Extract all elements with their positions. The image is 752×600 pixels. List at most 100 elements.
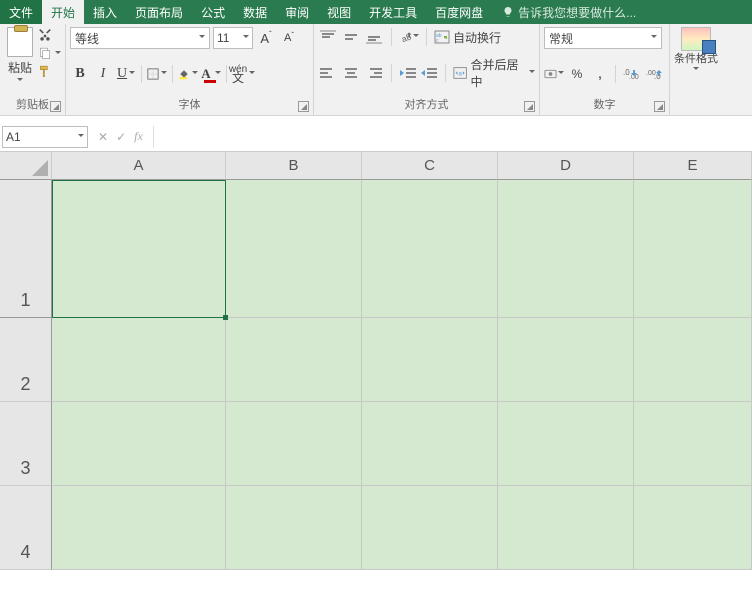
fill-color-button[interactable]	[178, 64, 198, 84]
menu-baidu-netdisk[interactable]: 百度网盘	[426, 0, 492, 24]
row-header-4[interactable]: 4	[0, 486, 52, 570]
menu-developer[interactable]: 开发工具	[360, 0, 426, 24]
column-header-B[interactable]: B	[226, 152, 362, 180]
cell-D2[interactable]	[498, 318, 634, 402]
conditional-format-icon	[681, 27, 711, 51]
decrease-indent-button[interactable]	[399, 63, 417, 83]
phonetic-button[interactable]: wén文	[232, 64, 252, 84]
borders-button[interactable]	[147, 64, 167, 84]
menu-view[interactable]: 视图	[318, 0, 360, 24]
align-right-button[interactable]	[364, 63, 384, 83]
number-dialog-launcher[interactable]	[654, 101, 665, 112]
cell-A2[interactable]	[52, 318, 226, 402]
align-bottom-button[interactable]	[364, 27, 384, 47]
cell-D4[interactable]	[498, 486, 634, 570]
underline-button[interactable]: U	[116, 64, 136, 84]
alignment-group-label: 对齐方式	[405, 99, 449, 111]
clipboard-dialog-launcher[interactable]	[50, 101, 61, 112]
select-all-corner[interactable]	[0, 152, 52, 180]
format-painter-icon[interactable]	[38, 65, 52, 79]
cell-C3[interactable]	[362, 402, 498, 486]
group-font: 等线 11 Aˆ Aˇ B I U A wén文 字体	[66, 24, 314, 115]
menu-file[interactable]: 文件	[0, 0, 42, 24]
tell-me-search[interactable]: 告诉我您想要做什么...	[496, 0, 642, 24]
paste-button[interactable]: 粘贴	[4, 27, 36, 84]
font-name-value: 等线	[75, 30, 99, 47]
percent-format-button[interactable]: %	[567, 64, 587, 84]
italic-button[interactable]: I	[93, 64, 113, 84]
align-center-button[interactable]	[341, 63, 361, 83]
menu-data[interactable]: 数据	[234, 0, 276, 24]
group-alignment: ab abc自动换行 a合并后居中 对齐方式	[314, 24, 540, 115]
number-format-combo[interactable]: 常规	[544, 27, 662, 49]
cell-E4[interactable]	[634, 486, 752, 570]
column-header-C[interactable]: C	[362, 152, 498, 180]
cell-D1[interactable]	[498, 180, 634, 318]
decrease-font-button[interactable]: Aˇ	[279, 28, 299, 48]
wrap-text-button[interactable]: abc自动换行	[434, 29, 501, 46]
cancel-formula-icon[interactable]: ✕	[98, 130, 108, 144]
ribbon: 粘贴 剪贴板 等线 11 Aˆ Aˇ B I U A	[0, 24, 752, 116]
column-header-A[interactable]: A	[52, 152, 226, 180]
accounting-format-button[interactable]	[544, 64, 564, 84]
orientation-button[interactable]: ab	[399, 27, 419, 47]
clipboard-icon	[7, 27, 33, 57]
column-header-D[interactable]: D	[498, 152, 634, 180]
cell-C2[interactable]	[362, 318, 498, 402]
svg-text:.0: .0	[654, 72, 661, 81]
cell-A4[interactable]	[52, 486, 226, 570]
insert-function-icon[interactable]: fx	[134, 129, 143, 144]
row-header-2[interactable]: 2	[0, 318, 52, 402]
cell-E3[interactable]	[634, 402, 752, 486]
clipboard-group-label: 剪贴板	[16, 99, 49, 111]
cell-C1[interactable]	[362, 180, 498, 318]
font-name-combo[interactable]: 等线	[70, 27, 210, 49]
cell-E2[interactable]	[634, 318, 752, 402]
spreadsheet-grid: ABCDE 1234	[0, 152, 752, 180]
currency-icon	[544, 67, 557, 81]
orientation-icon: ab	[399, 28, 413, 46]
alignment-dialog-launcher[interactable]	[524, 101, 535, 112]
formula-input[interactable]	[153, 126, 752, 148]
menu-insert[interactable]: 插入	[84, 0, 126, 24]
cell-B3[interactable]	[226, 402, 362, 486]
align-left-button[interactable]	[318, 63, 338, 83]
row-header-1[interactable]: 1	[0, 180, 52, 318]
cell-E1[interactable]	[634, 180, 752, 318]
menu-home[interactable]: 开始	[42, 0, 84, 24]
increase-indent-button[interactable]	[420, 63, 438, 83]
increase-decimal-button[interactable]: .0.00	[621, 64, 641, 84]
font-color-button[interactable]: A	[201, 64, 221, 84]
conditional-format-button[interactable]: 条件格式	[674, 27, 718, 73]
decrease-decimal-button[interactable]: .00.0	[644, 64, 664, 84]
cell-A1[interactable]	[52, 180, 226, 318]
cell-A3[interactable]	[52, 402, 226, 486]
cell-reference: A1	[6, 130, 21, 144]
font-size-combo[interactable]: 11	[213, 27, 253, 49]
cell-B4[interactable]	[226, 486, 362, 570]
cell-B2[interactable]	[226, 318, 362, 402]
align-middle-button[interactable]	[341, 27, 361, 47]
menu-page-layout[interactable]: 页面布局	[126, 0, 192, 24]
name-box[interactable]: A1	[2, 126, 88, 148]
column-header-E[interactable]: E	[634, 152, 752, 180]
font-dialog-launcher[interactable]	[298, 101, 309, 112]
cut-icon[interactable]	[38, 29, 52, 43]
row-header-3[interactable]: 3	[0, 402, 52, 486]
cell-B1[interactable]	[226, 180, 362, 318]
cell-C4[interactable]	[362, 486, 498, 570]
align-top-button[interactable]	[318, 27, 338, 47]
cell-D3[interactable]	[498, 402, 634, 486]
menu-formulas[interactable]: 公式	[192, 0, 234, 24]
enter-formula-icon[interactable]: ✓	[116, 130, 126, 144]
bold-button[interactable]: B	[70, 64, 90, 84]
svg-text:ab: ab	[400, 31, 413, 44]
paste-label: 粘贴	[8, 59, 32, 76]
increase-font-button[interactable]: Aˆ	[256, 28, 276, 48]
menu-review[interactable]: 审阅	[276, 0, 318, 24]
merge-center-button[interactable]: a合并后居中	[453, 56, 535, 90]
font-size-value: 11	[217, 31, 229, 45]
lightbulb-icon	[502, 6, 514, 18]
copy-button[interactable]	[38, 47, 61, 61]
comma-format-button[interactable]: ,	[590, 64, 610, 84]
